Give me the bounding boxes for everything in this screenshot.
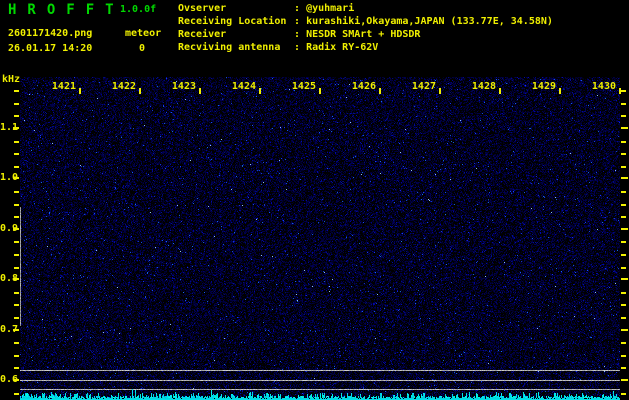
time-tick-label: 1424 — [231, 81, 256, 92]
app-version: 1.0.0f — [120, 4, 157, 15]
time-tick-label: 1425 — [291, 81, 316, 92]
freq-minor-tick — [14, 342, 19, 344]
freq-major-tick — [621, 177, 628, 179]
time-tick-label: 1423 — [171, 81, 196, 92]
time-tick — [619, 88, 621, 94]
info-row-observer: Ovserver: @yuhmari — [178, 3, 354, 15]
freq-minor-tick — [14, 141, 19, 143]
freq-minor-tick — [14, 191, 19, 193]
freq-major-tick — [13, 329, 19, 331]
info-value: @yuhmari — [306, 3, 355, 14]
freq-minor-tick — [621, 191, 626, 193]
freq-minor-tick — [14, 393, 19, 395]
freq-major-tick — [621, 127, 628, 129]
freq-minor-tick — [621, 254, 626, 256]
info-row-location: Receiving Location: kurashiki,Okayama,JA… — [178, 16, 553, 28]
app-title: HROFFT — [8, 2, 125, 18]
freq-minor-tick — [621, 317, 626, 319]
time-tick — [139, 88, 141, 94]
time-tick — [259, 88, 261, 94]
freq-major-tick — [621, 379, 628, 381]
hrofft-window: HROFFT 1.0.0f 2601171420.png meteor 26.0… — [0, 0, 629, 400]
meteor-counter-value: 0 — [139, 43, 146, 54]
freq-major-tick — [13, 177, 19, 179]
freq-minor-tick — [621, 166, 626, 168]
time-tick — [199, 88, 201, 94]
freq-minor-tick — [14, 241, 19, 243]
info-value: Radix RY-62V — [306, 42, 379, 53]
meteor-counter-label: meteor — [125, 28, 162, 39]
time-tick — [499, 88, 501, 94]
freq-major-tick — [13, 278, 19, 280]
freq-major-tick — [621, 228, 628, 230]
freq-minor-tick — [621, 90, 626, 92]
time-tick-label: 1421 — [51, 81, 76, 92]
info-separator: : — [294, 42, 301, 53]
freq-minor-tick — [14, 115, 19, 117]
freq-minor-tick — [14, 367, 19, 369]
freq-minor-tick — [14, 254, 19, 256]
freq-minor-tick — [14, 304, 19, 306]
freq-minor-tick — [621, 267, 626, 269]
time-tick-label: 1427 — [411, 81, 436, 92]
freq-major-tick — [13, 379, 19, 381]
freq-axis-unit: kHz — [2, 74, 21, 85]
info-value: kurashiki,Okayama,JAPAN (133.77E, 34.58N… — [306, 16, 553, 27]
freq-minor-tick — [621, 367, 626, 369]
freq-major-tick — [621, 278, 628, 280]
freq-minor-tick — [621, 153, 626, 155]
info-label: Receiving Location — [178, 16, 287, 27]
freq-minor-tick — [621, 292, 626, 294]
freq-minor-tick — [621, 355, 626, 357]
freq-minor-tick — [621, 304, 626, 306]
freq-minor-tick — [14, 166, 19, 168]
info-separator: : — [294, 16, 301, 27]
freq-minor-tick — [621, 115, 626, 117]
info-separator: : — [294, 29, 301, 40]
freq-minor-tick — [621, 141, 626, 143]
info-label: Recviving antenna — [178, 42, 281, 53]
time-tick — [439, 88, 441, 94]
time-tick — [559, 88, 561, 94]
freq-minor-tick — [621, 241, 626, 243]
info-label: Ovserver — [178, 3, 227, 14]
freq-minor-tick — [14, 216, 19, 218]
time-tick-label: 1422 — [111, 81, 136, 92]
capture-filename: 2601171420.png — [8, 28, 93, 39]
info-label: Receiver — [178, 29, 227, 40]
freq-minor-tick — [14, 103, 19, 105]
freq-major-tick — [621, 329, 628, 331]
freq-minor-tick — [621, 204, 626, 206]
freq-minor-tick — [621, 342, 626, 344]
info-value: NESDR SMArt + HDSDR — [306, 29, 421, 40]
freq-minor-tick — [14, 204, 19, 206]
freq-major-tick — [13, 228, 19, 230]
info-row-receiver: Receiver: NESDR SMArt + HDSDR — [178, 29, 420, 41]
time-tick-label: 1429 — [531, 81, 556, 92]
freq-minor-tick — [14, 355, 19, 357]
freq-minor-tick — [621, 103, 626, 105]
time-tick — [79, 88, 81, 94]
freq-major-tick — [13, 127, 19, 129]
spectrogram-canvas — [20, 77, 620, 400]
time-tick-label: 1430 — [591, 81, 616, 92]
info-row-antenna: Recviving antenna: Radix RY-62V — [178, 42, 378, 54]
info-separator: : — [294, 3, 301, 14]
freq-minor-tick — [14, 267, 19, 269]
time-tick-label: 1426 — [351, 81, 376, 92]
freq-minor-tick — [621, 393, 626, 395]
freq-minor-tick — [14, 317, 19, 319]
freq-minor-tick — [14, 153, 19, 155]
time-tick — [379, 88, 381, 94]
time-tick-label: 1428 — [471, 81, 496, 92]
time-tick — [319, 88, 321, 94]
freq-minor-tick — [14, 292, 19, 294]
freq-minor-tick — [14, 90, 19, 92]
freq-minor-tick — [621, 216, 626, 218]
capture-datetime: 26.01.17 14:20 — [8, 43, 93, 54]
